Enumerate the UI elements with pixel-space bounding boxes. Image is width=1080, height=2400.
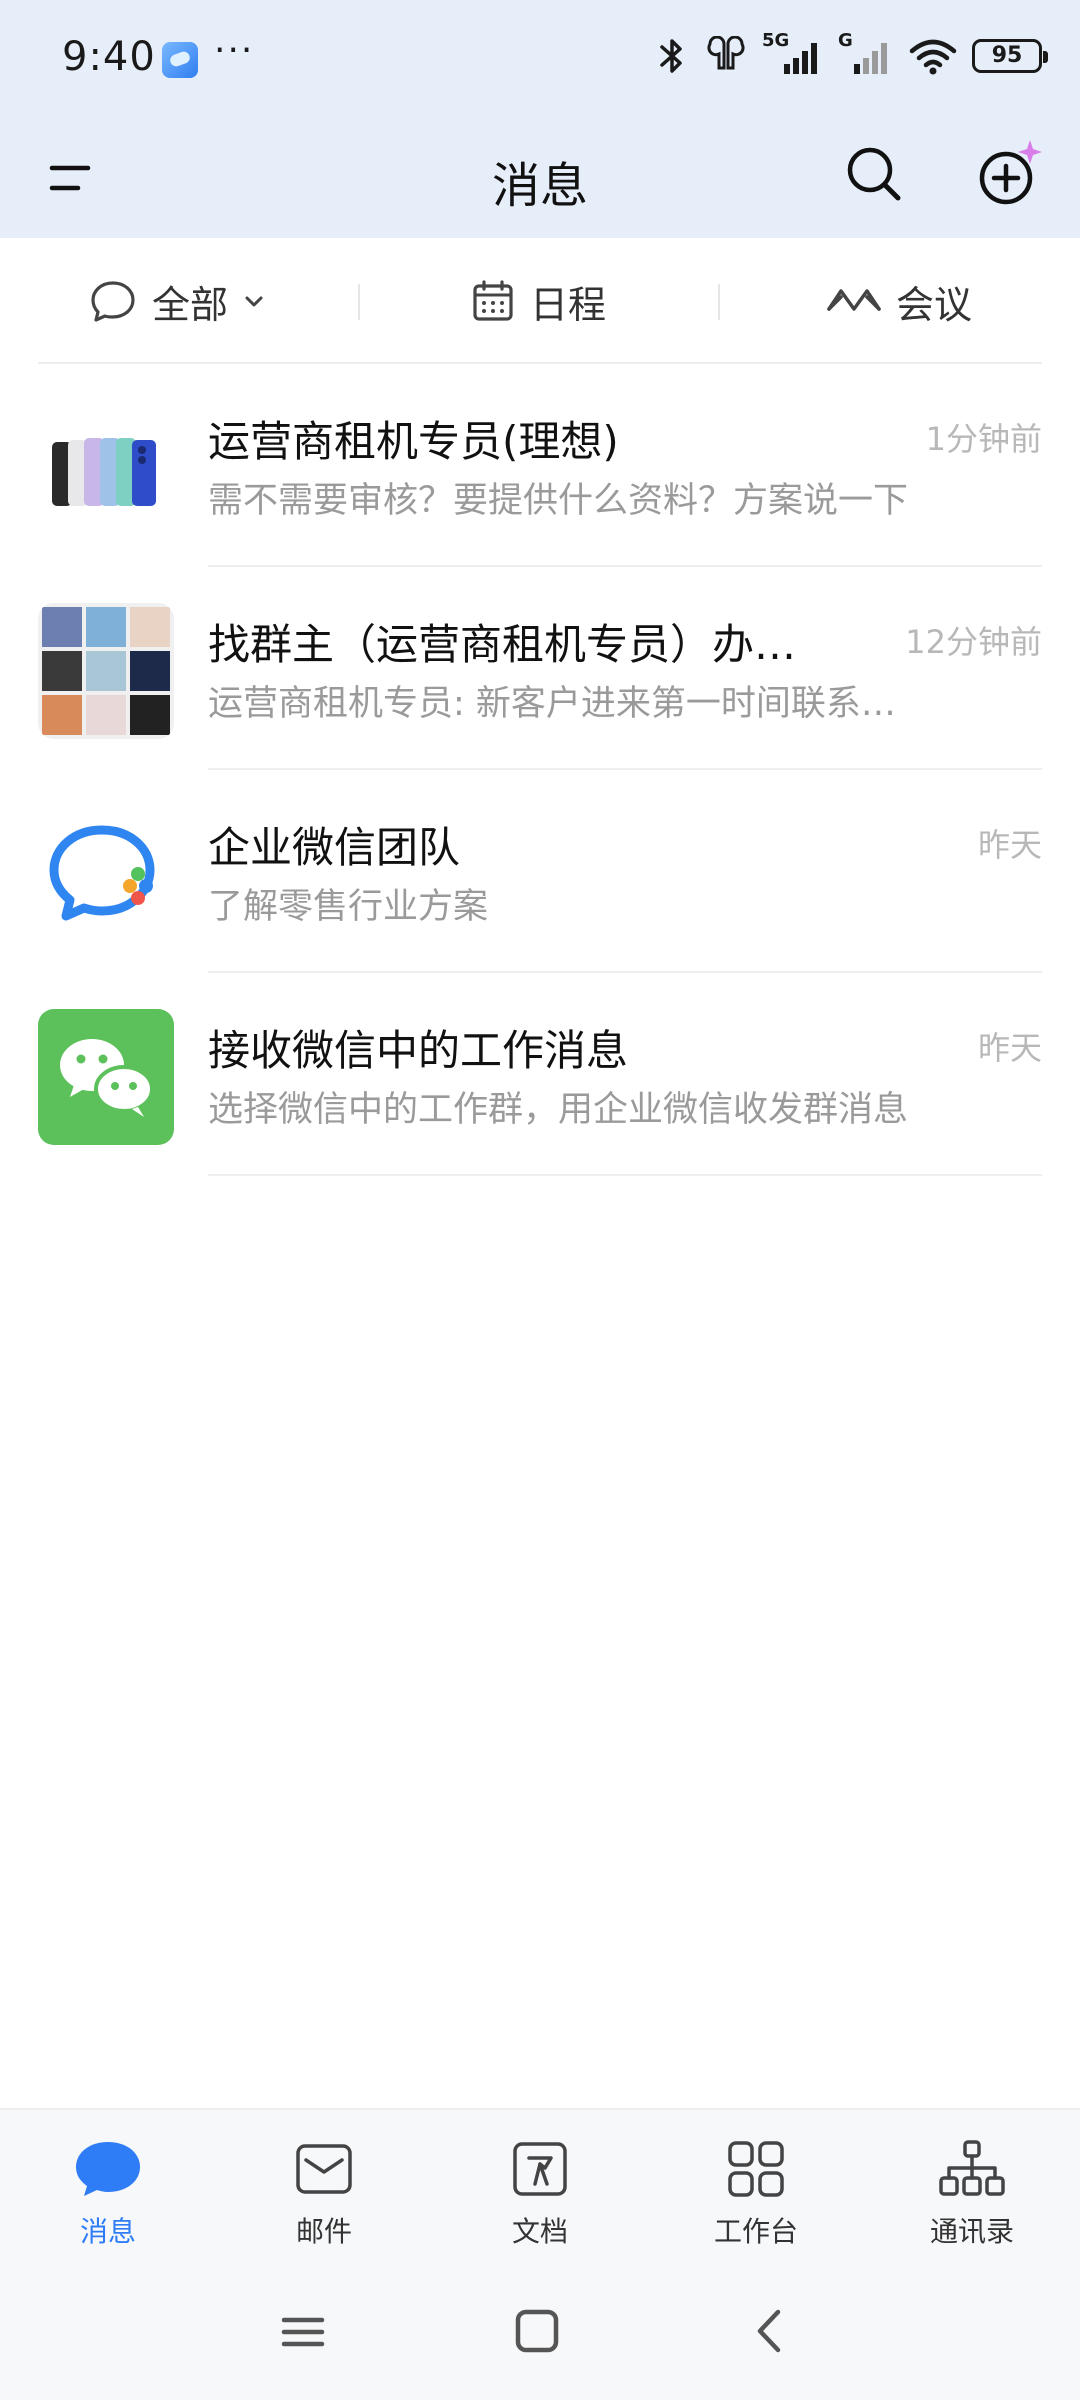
add-button[interactable] (968, 132, 1050, 214)
message-preview: 选择微信中的工作群，用企业微信收发群消息 (208, 1090, 909, 1130)
message-preview: 了解零售行业方案 (208, 887, 489, 927)
tab-contacts-label: 通讯录 (929, 2215, 1014, 2248)
back-button[interactable] (740, 2302, 800, 2362)
list-item[interactable]: 找群主（运营商租机专员）办… 12分钟前 运营商租机专员: 新客户进来第一时间联… (0, 567, 1080, 770)
filter-all[interactable]: 全部 (88, 238, 266, 364)
contacts-icon (939, 2140, 1005, 2196)
message-preview: 运营商租机专员: 新客户进来第一时间联系… (208, 684, 896, 724)
filter-schedule-label: 日程 (530, 282, 607, 327)
divider (208, 1174, 1042, 1176)
bluetooth-icon (660, 39, 682, 73)
message-title: 找群主（运营商租机专员）办… (208, 620, 797, 669)
message-time: 12分钟前 (905, 623, 1042, 661)
page-title: 消息 (491, 158, 588, 214)
status-bar: 9:40 ··· 5G G 95 (0, 0, 1080, 118)
group-collage (42, 607, 170, 735)
tab-workbench[interactable]: 工作台 (666, 2138, 846, 2250)
home-button[interactable] (508, 2302, 568, 2362)
header-area: 9:40 ··· 5G G 95 消息 (0, 0, 1080, 238)
message-list: 运营商租机专员(理想) 1分钟前 需不需要审核？要提供什么资料？方案说一下 找群… (0, 364, 1080, 1176)
wecom-logo (49, 825, 155, 921)
tab-messages-label: 消息 (79, 2215, 136, 2248)
earbuds-icon (707, 36, 745, 70)
chat-bubble-icon (91, 281, 135, 322)
tab-documents-label: 文档 (511, 2215, 568, 2248)
mail-icon (296, 2144, 352, 2194)
message-title: 企业微信团队 (208, 823, 461, 872)
tab-mail[interactable]: 邮件 (234, 2138, 414, 2250)
filter-meeting-label: 会议 (896, 282, 973, 327)
app-notification-icon (162, 42, 198, 78)
filter-divider (718, 284, 720, 320)
bottom-tab-bar: 消息 邮件 文档 工作台 通讯录 (0, 2108, 1080, 2278)
nav-bar: 消息 (0, 118, 1080, 238)
message-title: 接收微信中的工作消息 (208, 1026, 629, 1075)
message-preview: 需不需要审核？要提供什么资料？方案说一下 (208, 481, 909, 521)
recent-apps-button[interactable] (274, 2302, 334, 2362)
chevron-down-icon (245, 296, 263, 307)
home-square-icon (515, 2309, 559, 2353)
recents-icon (281, 2317, 325, 2347)
filter-meeting[interactable]: 会议 (826, 238, 972, 364)
workbench-icon (728, 2141, 784, 2197)
search-button[interactable] (838, 138, 910, 210)
battery-icon: 95 (972, 39, 1048, 73)
list-item[interactable]: 企业微信团队 昨天 了解零售行业方案 (0, 770, 1080, 973)
avatar-wecom (38, 806, 174, 942)
filter-all-label: 全部 (152, 282, 229, 327)
tab-documents[interactable]: 文档 (450, 2138, 630, 2250)
message-time: 1分钟前 (925, 420, 1042, 458)
filter-divider (358, 284, 360, 320)
phones-image (52, 438, 156, 506)
calendar-icon (473, 280, 513, 321)
avatar-phones (38, 400, 174, 536)
meeting-icon (827, 289, 881, 311)
status-icons: 5G G 95 (654, 30, 1048, 78)
filter-schedule[interactable]: 日程 (470, 238, 606, 364)
status-time: 9:40 (62, 34, 156, 80)
message-time: 昨天 (977, 1029, 1042, 1067)
wechat-logo (60, 1039, 154, 1117)
status-more: ··· (214, 30, 255, 71)
message-icon (76, 2142, 140, 2196)
avatar-group (38, 603, 174, 739)
tab-workbench-label: 工作台 (713, 2215, 798, 2248)
tab-mail-label: 邮件 (295, 2215, 352, 2248)
avatar-wechat (38, 1009, 174, 1145)
tab-messages[interactable]: 消息 (18, 2138, 198, 2250)
signal-g-icon: G (838, 30, 894, 78)
message-title: 运营商租机专员(理想) (208, 417, 619, 466)
list-item[interactable]: 接收微信中的工作消息 昨天 选择微信中的工作群，用企业微信收发群消息 (0, 973, 1080, 1176)
document-icon (513, 2142, 567, 2196)
tab-contacts[interactable]: 通讯录 (882, 2138, 1062, 2250)
system-nav-bar (0, 2278, 1080, 2400)
list-item[interactable]: 运营商租机专员(理想) 1分钟前 需不需要审核？要提供什么资料？方案说一下 (0, 364, 1080, 567)
filter-bar: 全部 日程 会议 (0, 238, 1080, 364)
wifi-icon (909, 39, 957, 75)
message-time: 昨天 (977, 826, 1042, 864)
search-icon (847, 147, 901, 201)
add-circle-icon (979, 140, 1042, 205)
back-chevron-icon (757, 2309, 781, 2353)
signal-5g-icon: 5G (762, 30, 824, 78)
